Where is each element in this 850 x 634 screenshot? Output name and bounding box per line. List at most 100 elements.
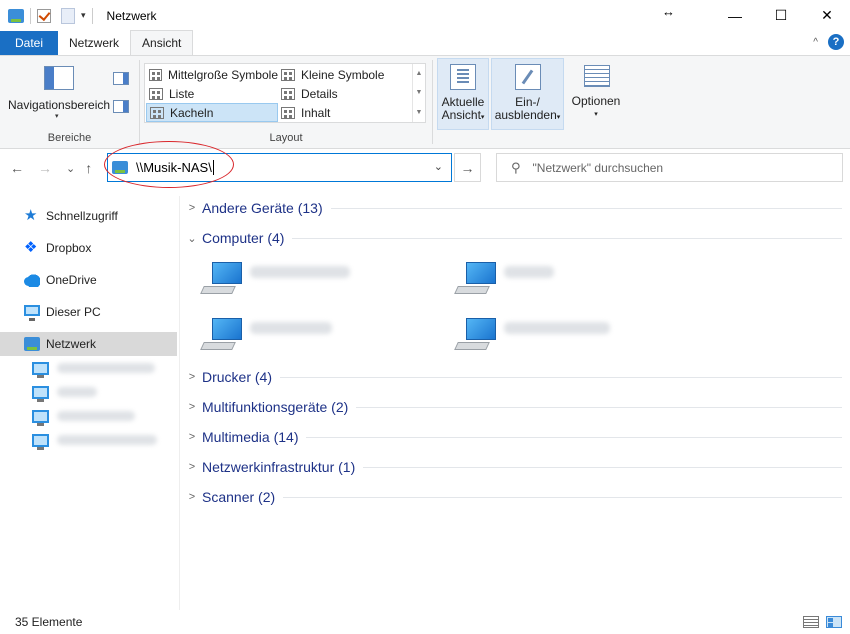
layout-gallery-scroll[interactable]: ▲ ▼ ▼	[412, 64, 425, 122]
layout-small-icons[interactable]: Kleine Symbole	[278, 65, 408, 84]
group-divider	[283, 496, 842, 498]
group-header-multimedia[interactable]: > Multimedia (14)	[185, 427, 842, 447]
sidebar-network-computer[interactable]	[32, 406, 135, 426]
chevron-right-icon[interactable]: >	[185, 371, 199, 383]
sidebar-network-computer[interactable]	[32, 430, 157, 450]
up-button[interactable]: ↑	[85, 160, 92, 176]
onedrive-icon	[24, 273, 40, 287]
help-icon[interactable]: ?	[828, 34, 844, 50]
chevron-right-icon[interactable]: >	[185, 491, 199, 503]
search-icon: ⚲	[511, 159, 521, 175]
details-pane-icon[interactable]	[113, 100, 129, 113]
chevron-right-icon[interactable]: >	[185, 401, 199, 413]
group-header-scanner[interactable]: > Scanner (2)	[185, 487, 842, 507]
layout-list[interactable]: Liste	[146, 84, 278, 103]
group-bereiche: Navigationsbereich ▾ Bereiche	[0, 56, 139, 148]
preview-pane-icon[interactable]	[113, 72, 129, 85]
search-box[interactable]: ⚲ "Netzwerk" durchsuchen	[496, 153, 843, 182]
group-header-drucker[interactable]: > Drucker (4)	[185, 367, 842, 387]
maximize-button[interactable]: ☐	[758, 0, 804, 31]
group-header-computer[interactable]: ⌄ Computer (4)	[185, 228, 842, 248]
scroll-up-icon[interactable]: ▲	[416, 70, 423, 77]
group-label-bereiche: Bereiche	[47, 132, 92, 144]
address-history-dropdown-icon[interactable]: ⌄	[434, 160, 443, 173]
group-header-andere-geraete[interactable]: > Andere Geräte (13)	[185, 198, 842, 218]
network-location-icon	[112, 161, 128, 174]
tab-netzwerk[interactable]: Netzwerk	[58, 31, 130, 55]
layout-details[interactable]: Details	[278, 84, 408, 103]
chevron-right-icon[interactable]: >	[185, 431, 199, 443]
chevron-right-icon[interactable]: >	[185, 202, 199, 214]
computer-icon	[200, 258, 244, 302]
redacted-name	[57, 411, 135, 421]
current-view-icon	[450, 64, 476, 90]
optionen-button[interactable]: Optionen ▾	[568, 58, 624, 130]
pc-icon	[24, 305, 40, 321]
minimize-button[interactable]: —	[712, 0, 758, 31]
computer-icon	[32, 433, 49, 450]
text-caret	[212, 160, 214, 175]
address-input[interactable]: \\Musik-NAS\	[136, 160, 212, 175]
scroll-down-icon[interactable]: ▼	[416, 89, 423, 96]
aktuelle-ansicht-button[interactable]: Aktuelle Ansicht▾	[437, 58, 489, 130]
group-divider	[280, 376, 842, 378]
content-icon	[281, 106, 295, 119]
sidebar-item-netzwerk[interactable]: Netzwerk	[0, 332, 177, 356]
chevron-down-icon[interactable]: ⌄	[185, 232, 199, 245]
computer-icon	[454, 258, 498, 302]
navigationsbereich-button[interactable]: Navigationsbereich	[8, 98, 110, 112]
group-divider	[306, 436, 842, 438]
computer-tile[interactable]	[200, 256, 350, 304]
show-hide-icon	[514, 64, 541, 90]
group-divider	[330, 207, 842, 209]
details-view-icon[interactable]	[803, 616, 819, 628]
computer-tile[interactable]	[200, 312, 332, 360]
computer-icon	[32, 385, 49, 402]
forward-button[interactable]: →	[38, 160, 52, 176]
new-folder-icon[interactable]	[61, 7, 75, 24]
group-header-netzwerkinfrastruktur[interactable]: > Netzwerkinfrastruktur (1)	[185, 457, 842, 477]
group-divider	[356, 406, 842, 408]
computer-icon	[200, 314, 244, 358]
layout-content[interactable]: Inhalt	[278, 103, 408, 122]
group-header-multifunktionsgeraete[interactable]: > Multifunktionsgeräte (2)	[185, 397, 842, 417]
group-separator	[432, 60, 433, 144]
layout-tiles[interactable]: Kacheln	[146, 103, 278, 122]
address-bar[interactable]: \\Musik-NAS\ ⌄	[107, 153, 452, 182]
network-icon	[24, 337, 40, 351]
redacted-name	[250, 322, 332, 334]
sidebar-item-dropbox[interactable]: Dropbox	[0, 236, 177, 260]
redacted-name	[504, 266, 554, 278]
chevron-right-icon[interactable]: >	[185, 461, 199, 473]
tab-datei[interactable]: Datei	[0, 31, 58, 55]
sidebar-item-dieser-pc[interactable]: Dieser PC	[0, 300, 177, 324]
redacted-name	[250, 266, 350, 278]
computer-tile[interactable]	[454, 312, 610, 360]
sidebar-network-computer[interactable]	[32, 358, 155, 378]
group-divider	[363, 466, 842, 468]
ribbon: Navigationsbereich ▾ Bereiche Layout Mit…	[0, 55, 850, 149]
group-label-layout: Layout	[269, 132, 303, 144]
sidebar-item-onedrive[interactable]: OneDrive	[0, 268, 177, 292]
tab-ansicht[interactable]: Ansicht	[130, 30, 194, 55]
tiles-view-icon[interactable]	[826, 616, 842, 628]
ein-ausblenden-button[interactable]: Ein-/ ausblenden▾	[491, 58, 564, 130]
back-button[interactable]: ←	[10, 160, 24, 176]
go-button[interactable]: →	[454, 153, 481, 182]
redacted-name	[504, 322, 610, 334]
navigationsbereich-dropdown-icon[interactable]: ▾	[55, 112, 59, 120]
navigation-pane-icon[interactable]	[44, 66, 74, 90]
collapse-ribbon-icon[interactable]: ^	[813, 37, 818, 48]
details-icon	[281, 87, 295, 100]
sidebar-network-computer[interactable]	[32, 382, 97, 402]
close-button[interactable]: ✕	[804, 0, 850, 31]
expand-gallery-icon[interactable]: ▼	[416, 109, 423, 116]
recent-locations-button[interactable]: ⌄	[66, 162, 75, 176]
sidebar-item-schnellzugriff[interactable]: Schnellzugriff	[0, 204, 177, 228]
computer-tile[interactable]	[454, 256, 554, 304]
search-input[interactable]: "Netzwerk" durchsuchen	[533, 161, 664, 175]
layout-medium-icons[interactable]: Mittelgroße Symbole	[146, 65, 278, 84]
properties-icon[interactable]	[37, 8, 51, 23]
navigation-buttons: ← → ⌄ ↑	[10, 160, 92, 176]
customize-quick-access-icon[interactable]: ▾	[81, 10, 86, 21]
